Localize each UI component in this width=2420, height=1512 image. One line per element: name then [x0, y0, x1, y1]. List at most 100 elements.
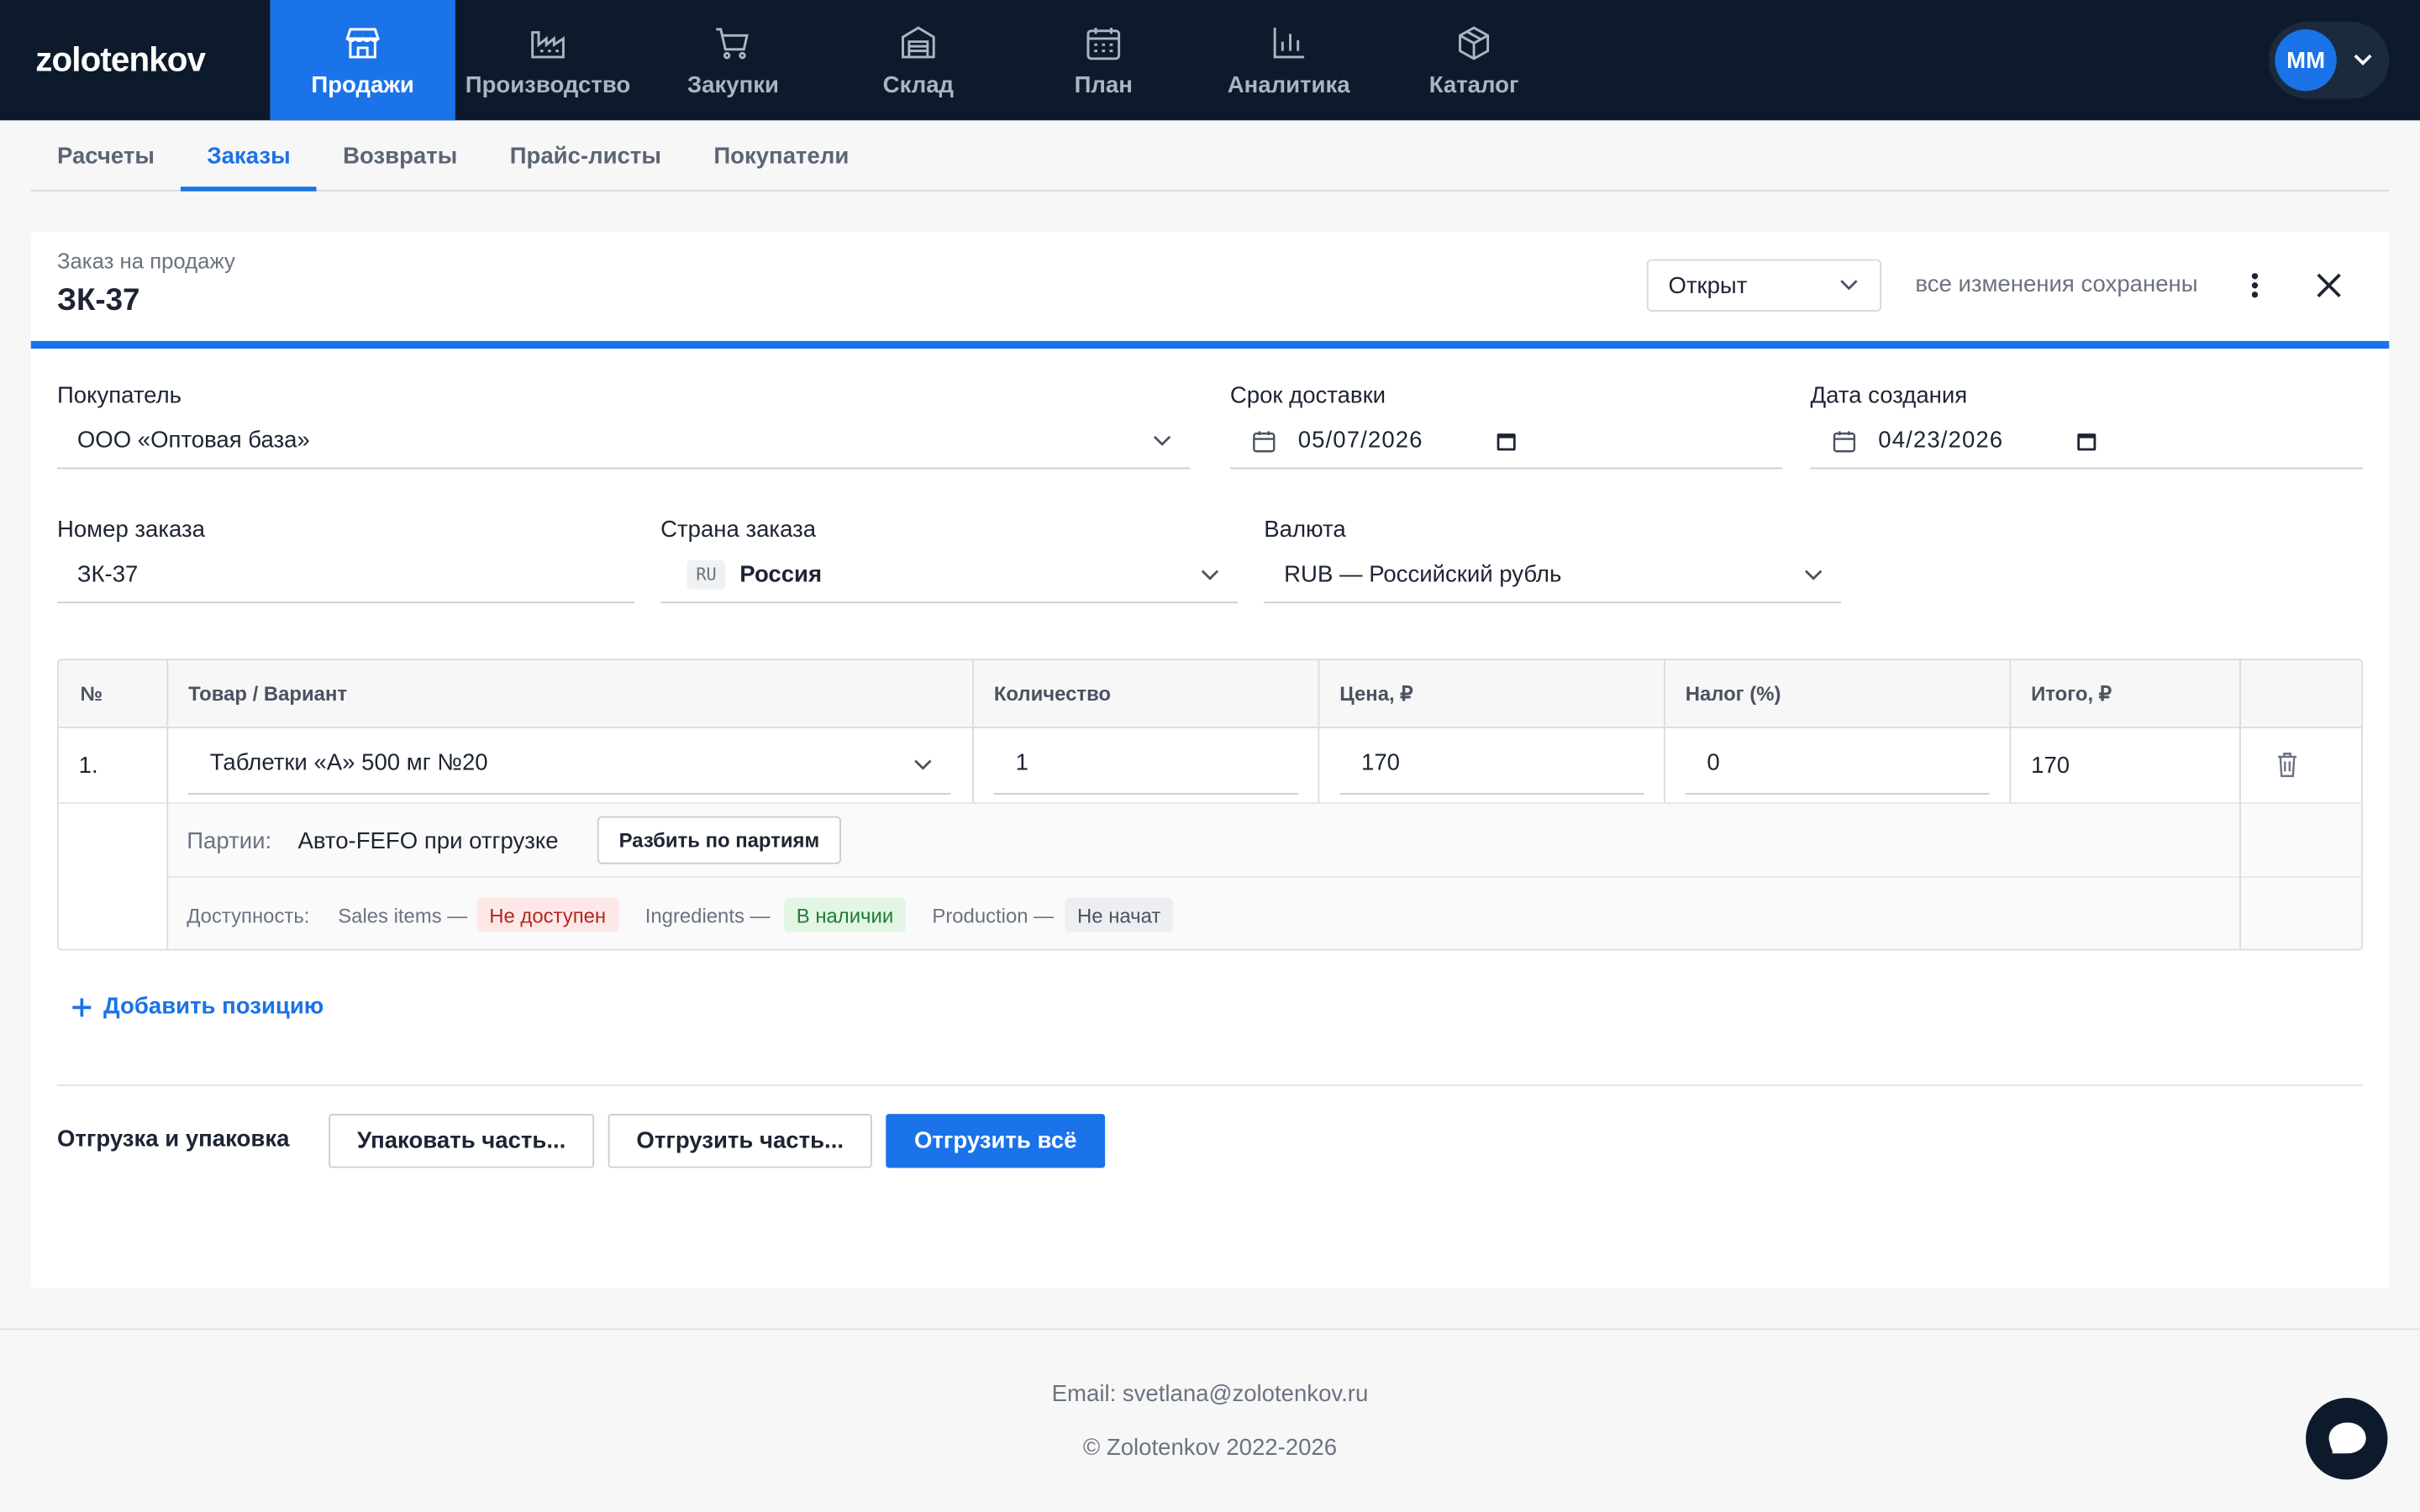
column-header-tax: Налог (%) [1664, 660, 2010, 728]
order-number-input[interactable]: ЗК-37 [56, 548, 634, 604]
nav-item-warehouse[interactable]: Склад [826, 0, 1011, 120]
nav-item-catalog[interactable]: Каталог [1381, 0, 1566, 120]
cart-icon [716, 27, 749, 59]
nav-item-sales[interactable]: Продажи [270, 0, 455, 121]
column-header-quantity: Количество [972, 660, 1318, 728]
nav-label: Каталог [1428, 71, 1519, 98]
status-select[interactable]: Открыт [1646, 259, 1881, 312]
tab-returns[interactable]: Возвраты [317, 120, 484, 191]
country-label: Страна заказа [660, 517, 817, 543]
created-date-label: Дата создания [1810, 382, 1968, 409]
price-input[interactable]: 170 [1339, 732, 1644, 795]
ship-partial-button[interactable]: Отгрузить часть... [608, 1114, 872, 1168]
box-icon [1459, 25, 1490, 60]
nav-item-purchases[interactable]: Закупки [640, 0, 825, 120]
availability-ingredients-label: Ingredients — [644, 903, 771, 927]
chevron-down-icon [1805, 570, 1823, 580]
delivery-date-input[interactable]: 05/07/2026 [1229, 413, 1783, 470]
chevron-down-icon [1201, 570, 1219, 580]
order-header: Заказ на продажу ЗК-37 Открыт все измене… [30, 232, 2390, 349]
column-header-number: № [58, 660, 167, 728]
availability-production-label: Production — [932, 903, 1055, 927]
customer-label: Покупатель [56, 382, 182, 409]
split-batches-button[interactable]: Разбить по партиям [597, 816, 842, 864]
tax-input[interactable]: 0 [1685, 732, 1990, 795]
document-type: Заказ на продажу [56, 248, 235, 274]
country-code-badge: RU [687, 559, 726, 590]
column-header-price: Цена, ₽ [1318, 660, 1665, 728]
chat-button[interactable] [2306, 1398, 2388, 1480]
chevron-down-icon [2354, 54, 2372, 66]
availability-sales-label: Sales items — [338, 903, 468, 927]
chat-bubble-icon [2328, 1421, 2365, 1453]
batches-value: Авто-FEFO при отгрузке [297, 827, 559, 854]
top-navigation: zolotenkov Продажи Производство Закупки … [0, 0, 2420, 121]
row-total: 170 [2031, 752, 2070, 779]
batches-label: Партии: [187, 827, 272, 854]
currency-value: RUB — Российский рубль [1284, 561, 1562, 588]
chevron-down-icon [914, 759, 932, 770]
page-title: ЗК-37 [56, 283, 140, 318]
factory-icon [531, 30, 565, 58]
add-line-button[interactable]: Добавить позицию [71, 994, 324, 1020]
nav-label: Закупки [687, 71, 779, 98]
customer-value: ООО «Оптовая база» [76, 427, 310, 454]
calendar-icon [1253, 430, 1276, 452]
availability-label: Доступность: [187, 903, 310, 927]
batches-row: Партии: Авто-FEFO при отгрузке Разбить п… [166, 802, 2240, 877]
order-items-table: № Товар / Вариант Количество Цена, ₽ Нал… [56, 659, 2364, 951]
nav-item-plan[interactable]: План [1011, 0, 1196, 120]
ship-all-button[interactable]: Отгрузить всё [886, 1114, 1106, 1168]
tab-settlements[interactable]: Расчеты [31, 120, 181, 191]
more-options-icon[interactable] [2238, 269, 2271, 302]
tab-price-lists[interactable]: Прайс-листы [483, 120, 687, 191]
tab-customers[interactable]: Покупатели [687, 120, 875, 191]
column-header-actions [2240, 660, 2362, 728]
created-date-input[interactable]: 04/23/2026 [1810, 413, 2364, 470]
add-line-label: Добавить позицию [103, 993, 324, 1021]
calendar-icon [1086, 27, 1121, 60]
nav-item-analytics[interactable]: Аналитика [1196, 0, 1381, 120]
column-header-total: Итого, ₽ [2009, 660, 2241, 728]
quantity-input[interactable]: 1 [993, 732, 1298, 795]
shipping-label: Отгрузка и упаковка [56, 1126, 290, 1153]
availability-row: Доступность: Sales items — Не доступен I… [166, 876, 2240, 949]
customer-select[interactable]: ООО «Оптовая база» [56, 413, 1191, 470]
currency-select[interactable]: RUB — Российский рубль [1264, 548, 1842, 604]
tab-orders[interactable]: Заказы [181, 120, 317, 192]
date-picker-icon[interactable] [1496, 430, 1518, 452]
currency-label: Валюта [1264, 517, 1346, 543]
status-badge: Не доступен [476, 897, 618, 932]
trash-icon[interactable] [2276, 751, 2298, 778]
store-icon [345, 27, 381, 58]
nav-item-production[interactable]: Производство [455, 0, 640, 120]
plus-icon [72, 997, 92, 1016]
product-select[interactable]: Таблетки «А» 500 мг №20 [188, 732, 951, 795]
footer-copyright: © Zolotenkov 2022-2026 [1082, 1435, 1338, 1462]
pack-partial-button[interactable]: Упаковать часть... [329, 1114, 595, 1168]
country-value: Россия [739, 561, 823, 588]
nav-label: Производство [465, 71, 631, 98]
user-menu[interactable]: MM [2269, 21, 2390, 99]
bar-chart-icon [1273, 27, 1305, 58]
order-card: Заказ на продажу ЗК-37 Открыт все измене… [30, 231, 2390, 1289]
sub-navigation: Расчеты Заказы Возвраты Прайс-листы Поку… [30, 120, 2390, 192]
status-badge: Не начат [1065, 897, 1173, 932]
chevron-down-icon [1153, 435, 1171, 446]
footer: Email: svetlana@zolotenkov.ru © Zolotenk… [0, 1328, 2420, 1512]
date-picker-icon[interactable] [2075, 430, 2097, 452]
product-value: Таблетки «А» 500 мг №20 [209, 749, 488, 776]
close-icon[interactable] [2312, 269, 2345, 302]
order-number-value: ЗК-37 [76, 561, 139, 588]
delivery-date-value: 05/07/2026 [1297, 427, 1423, 454]
order-number-label: Номер заказа [56, 517, 206, 543]
row-number: 1. [78, 752, 98, 779]
nav-label: План [1074, 71, 1133, 98]
divider [56, 1084, 2364, 1087]
column-header-product: Товар / Вариант [166, 660, 973, 728]
country-select[interactable]: RU Россия [660, 548, 1239, 604]
chevron-down-icon [1840, 280, 1858, 291]
footer-email[interactable]: Email: svetlana@zolotenkov.ru [0, 1381, 2420, 1407]
save-status: все изменения сохранены [1915, 271, 2198, 298]
brand-logo[interactable]: zolotenkov [0, 0, 270, 120]
